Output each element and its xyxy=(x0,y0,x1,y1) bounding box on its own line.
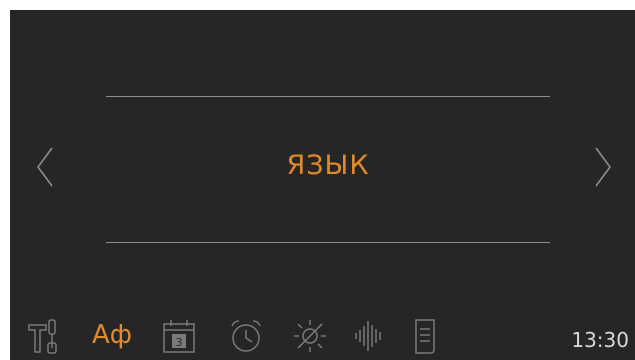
tab-tools[interactable] xyxy=(24,316,64,356)
bottom-tab-bar: Аф 3 13:30 xyxy=(10,310,635,360)
top-divider xyxy=(106,96,550,97)
current-time: 13:30 xyxy=(571,328,629,352)
document-icon xyxy=(415,319,435,354)
calendar-day: 3 xyxy=(176,336,183,349)
tab-sound[interactable] xyxy=(350,316,390,356)
alarm-clock-icon xyxy=(231,320,261,352)
chevron-left-icon xyxy=(37,147,53,187)
language-icon: Аф xyxy=(92,320,133,350)
tab-brightness[interactable] xyxy=(290,316,330,356)
previous-setting-button[interactable] xyxy=(34,146,56,188)
brightness-icon xyxy=(294,320,326,352)
tab-document[interactable] xyxy=(408,316,448,356)
tab-date[interactable]: 3 xyxy=(160,316,200,356)
tools-icon xyxy=(28,319,57,354)
settings-screen: ЯЗЫК Аф 3 13:30 xyxy=(10,10,635,360)
sound-icon xyxy=(355,321,381,351)
chevron-right-icon xyxy=(595,147,611,187)
tab-language[interactable]: Аф xyxy=(92,316,144,356)
page-title: ЯЗЫК xyxy=(286,150,370,181)
tab-alarm[interactable] xyxy=(226,316,266,356)
calendar-icon: 3 xyxy=(163,320,195,353)
bottom-divider xyxy=(106,242,550,243)
next-setting-button[interactable] xyxy=(592,146,614,188)
